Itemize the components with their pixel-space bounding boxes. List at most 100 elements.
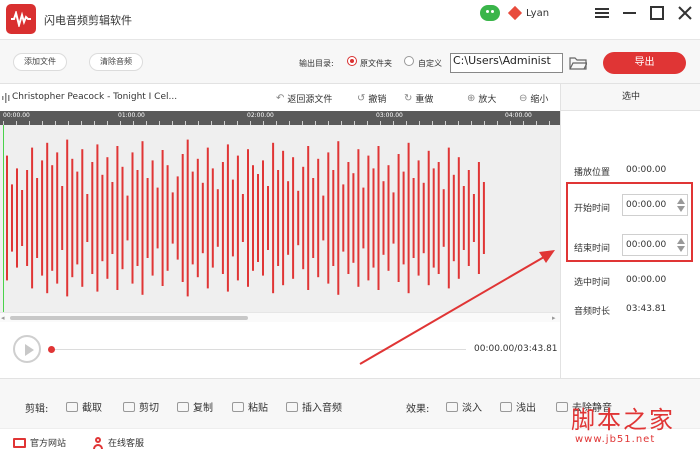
insert-audio-button[interactable]: 插入音频 bbox=[286, 399, 342, 414]
official-website-link[interactable]: 官方网站 bbox=[13, 436, 66, 449]
waveform-bar bbox=[422, 182, 425, 254]
waveform-bar bbox=[302, 166, 305, 270]
minimize-button[interactable] bbox=[622, 5, 638, 21]
ruler-label: 03:00.00 bbox=[376, 112, 403, 119]
menu-button[interactable] bbox=[594, 5, 610, 21]
waveform-bar bbox=[407, 142, 410, 294]
app-logo bbox=[6, 4, 36, 34]
play-button[interactable] bbox=[13, 335, 41, 363]
user-box[interactable]: Lyan bbox=[480, 5, 549, 21]
waveform-bar bbox=[26, 170, 29, 266]
waveform-bar bbox=[96, 144, 99, 292]
waveform-bar bbox=[56, 152, 59, 284]
export-button[interactable]: 导出 bbox=[603, 52, 686, 74]
clear-audio-button[interactable]: 清除音频 bbox=[89, 53, 143, 71]
play-position-value: 00:00.00 bbox=[626, 165, 667, 175]
end-time-label: 结束时间 bbox=[574, 244, 611, 254]
horizontal-scrollbar[interactable]: ◂ ▸ bbox=[0, 312, 560, 322]
waveform-bar bbox=[91, 162, 94, 274]
waveform-bar bbox=[352, 173, 355, 263]
audio-wave-icon bbox=[2, 93, 10, 103]
waveform-bar bbox=[257, 174, 259, 262]
clip-button[interactable]: 剪切 bbox=[123, 399, 159, 414]
waveform-bar bbox=[211, 168, 214, 268]
waveform-bar bbox=[317, 158, 320, 278]
zoom-in-button[interactable]: ⊕ 放大 bbox=[467, 92, 496, 105]
revert-source-button[interactable]: ↶ 返回源文件 bbox=[276, 92, 332, 105]
playhead[interactable] bbox=[3, 125, 4, 312]
waveform-bar bbox=[131, 152, 134, 284]
waveform-area[interactable]: 00:00.00 01:00.00 02:00.00 03:00.00 04:0… bbox=[0, 111, 560, 312]
redo-button[interactable]: ↻ 重做 bbox=[404, 92, 433, 105]
start-time-input[interactable]: 00:00.00 bbox=[622, 194, 688, 216]
waveform-canvas[interactable] bbox=[0, 125, 560, 312]
duration-value: 03:43.81 bbox=[626, 304, 667, 314]
cut-button[interactable]: 截取 bbox=[66, 399, 102, 414]
waveform-bar bbox=[297, 190, 300, 246]
waveform-bar bbox=[387, 165, 390, 271]
duration-label: 音频时长 bbox=[574, 307, 611, 317]
close-icon bbox=[678, 6, 692, 20]
redo-label: 重做 bbox=[415, 95, 434, 105]
zoom-out-button[interactable]: ⊖ 缩小 bbox=[519, 92, 548, 105]
output-path-input[interactable]: C:\Users\Administ bbox=[450, 53, 563, 73]
scroll-left-icon[interactable]: ◂ bbox=[1, 314, 5, 322]
wechat-icon[interactable] bbox=[480, 5, 500, 21]
fade-out-button[interactable]: 浅出 bbox=[500, 399, 536, 414]
waveform-bar bbox=[216, 189, 219, 247]
paste-button[interactable]: 粘贴 bbox=[232, 399, 268, 414]
progress-track[interactable] bbox=[51, 349, 466, 350]
waveform-bar bbox=[267, 186, 269, 250]
end-time-input[interactable]: 00:00.00 bbox=[622, 234, 688, 256]
selection-time-label: 选中时间 bbox=[574, 278, 611, 288]
waveform-bar bbox=[116, 146, 119, 290]
radio-original-label[interactable]: 原文件夹 bbox=[360, 58, 392, 69]
waveform-bar bbox=[437, 162, 440, 274]
trim-icon bbox=[66, 401, 78, 412]
waveform-bar bbox=[71, 158, 74, 278]
official-website-label: 官方网站 bbox=[30, 439, 67, 449]
add-file-button[interactable]: 添加文件 bbox=[13, 53, 67, 71]
waveform-bar bbox=[332, 170, 335, 266]
waveform-bar bbox=[121, 166, 124, 270]
waveform-bar bbox=[126, 195, 129, 241]
start-up-icon[interactable] bbox=[677, 198, 685, 204]
start-down-icon[interactable] bbox=[677, 206, 685, 212]
maximize-button[interactable] bbox=[649, 5, 665, 21]
radio-custom-label[interactable]: 自定义 bbox=[418, 58, 442, 69]
clip-label: 剪切 bbox=[139, 403, 159, 414]
online-support-link[interactable]: 在线客服 bbox=[92, 436, 144, 449]
revert-source-label: 返回源文件 bbox=[287, 95, 333, 105]
close-button[interactable] bbox=[677, 5, 693, 21]
end-up-icon[interactable] bbox=[677, 238, 685, 244]
scroll-right-icon[interactable]: ▸ bbox=[552, 314, 556, 322]
zoom-in-label: 放大 bbox=[478, 95, 497, 105]
waveform-bar bbox=[322, 195, 325, 241]
waveform-bar bbox=[382, 181, 385, 255]
waveform-bar bbox=[337, 141, 340, 295]
app-title: 闪电音频剪辑软件 bbox=[44, 14, 132, 27]
fade-in-label: 淡入 bbox=[462, 403, 482, 414]
person-icon bbox=[92, 436, 104, 449]
radio-custom-folder[interactable] bbox=[404, 56, 414, 66]
waveform-bar bbox=[111, 182, 114, 254]
waveform-bar bbox=[427, 150, 430, 286]
audio-filename: Christopher Peacock - Tonight I Cel... bbox=[12, 92, 178, 102]
radio-original-folder[interactable] bbox=[347, 56, 357, 66]
time-ruler[interactable]: 00:00.00 01:00.00 02:00.00 03:00.00 04:0… bbox=[0, 111, 560, 125]
undo-button[interactable]: ↺ 撤销 bbox=[357, 92, 386, 105]
username[interactable]: Lyan bbox=[526, 8, 549, 19]
waveform-bar bbox=[141, 141, 144, 295]
waveform-bar bbox=[46, 142, 49, 294]
toolbar: 添加文件 清除音频 输出目录: 原文件夹 自定义 C:\Users\Admini… bbox=[0, 40, 700, 84]
selection-time-value: 00:00.00 bbox=[626, 275, 667, 285]
waveform-bar bbox=[136, 170, 139, 266]
browse-folder-button[interactable] bbox=[569, 56, 588, 70]
end-down-icon[interactable] bbox=[677, 246, 685, 252]
fade-in-button[interactable]: 淡入 bbox=[446, 399, 482, 414]
waveform-bar bbox=[151, 160, 154, 276]
scrollbar-thumb[interactable] bbox=[10, 316, 248, 320]
waveform-bar bbox=[392, 192, 395, 244]
progress-handle[interactable] bbox=[48, 346, 55, 353]
copy-button[interactable]: 复制 bbox=[177, 399, 213, 414]
